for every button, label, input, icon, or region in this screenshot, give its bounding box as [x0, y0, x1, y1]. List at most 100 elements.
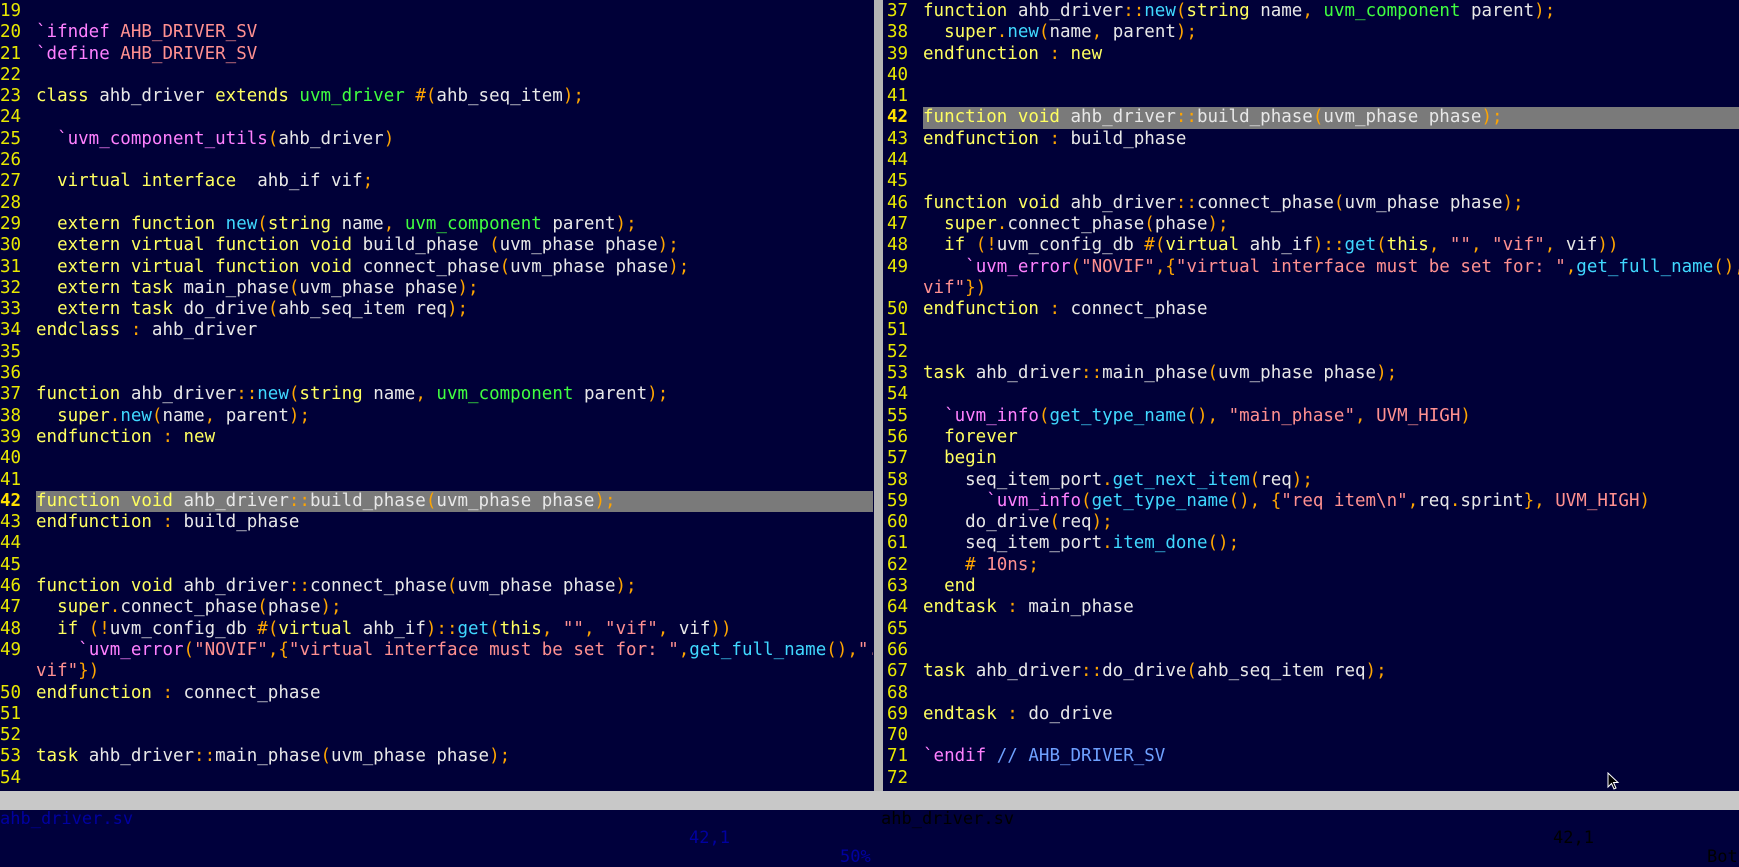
code-line[interactable]: 50 endfunction : connect_phase: [0, 683, 873, 704]
code-token: ::: [1123, 1, 1145, 21]
code-line[interactable]: 39 endfunction : new: [887, 44, 1739, 65]
code-line[interactable]: 54: [0, 768, 873, 789]
code-line[interactable]: 44: [0, 533, 873, 554]
line-code: endfunction : new: [923, 44, 1739, 65]
code-line[interactable]: 37 function ahb_driver::new(string name, …: [0, 384, 873, 405]
code-line[interactable]: 37 function ahb_driver::new(string name, …: [887, 1, 1739, 22]
code-line[interactable]: 60 do_drive(req);: [887, 512, 1739, 533]
code-line[interactable]: 45: [0, 555, 873, 576]
code-line[interactable]: 53 task ahb_driver::main_phase(uvm_phase …: [887, 363, 1739, 384]
code-line[interactable]: 29 extern function new(string name, uvm_…: [0, 214, 873, 235]
code-token: uvm_phase phase: [457, 576, 616, 597]
code-line[interactable]: 43 endfunction : build_phase: [887, 129, 1739, 150]
code-line[interactable]: 42 function void ahb_driver::build_phase(…: [887, 107, 1739, 129]
right-code-lines[interactable]: 37 function ahb_driver::new(string name, …: [887, 1, 1739, 789]
code-line[interactable]: 23 class ahb_driver extends uvm_driver #(…: [0, 86, 873, 107]
code-line[interactable]: 47 super.connect_phase(phase);: [0, 597, 873, 618]
code-line[interactable]: 19: [0, 1, 873, 22]
line-number: 59: [887, 490, 909, 511]
code-token: "": [1449, 235, 1471, 256]
code-line[interactable]: 25 `uvm_component_utils(ahb_driver): [0, 129, 873, 150]
code-line[interactable]: 46 function void ahb_driver::connect_phas…: [887, 193, 1739, 214]
code-line[interactable]: 71 `endif // AHB_DRIVER_SV: [887, 746, 1739, 767]
code-line[interactable]: 65: [887, 619, 1739, 640]
code-line[interactable]: 51: [0, 704, 873, 725]
code-line[interactable]: 41: [887, 86, 1739, 107]
code-line[interactable]: 61 seq_item_port.item_done();: [887, 533, 1739, 554]
status-scroll-percent: Bot: [1707, 847, 1738, 867]
code-line[interactable]: 48 if (!uvm_config_db #(virtual ahb_if):…: [887, 235, 1739, 256]
code-token: parent: [1112, 22, 1176, 43]
code-line[interactable]: 39 endfunction : new: [0, 427, 873, 448]
line-number: 47: [887, 213, 909, 234]
code-line[interactable]: 40: [887, 65, 1739, 86]
line-code: `uvm_error("NOVIF",{"virtual interface m…: [36, 640, 873, 661]
code-line[interactable]: vif"}): [0, 661, 873, 682]
code-line[interactable]: 30 extern virtual function void build_ph…: [0, 235, 873, 256]
code-line[interactable]: 52: [887, 342, 1739, 363]
code-line[interactable]: 48 if (!uvm_config_db #(virtual ahb_if):…: [0, 619, 873, 640]
code-line[interactable]: 42 function void ahb_driver::build_phase(…: [0, 490, 873, 513]
code-line[interactable]: 41: [0, 470, 873, 491]
code-line[interactable]: 32 extern task main_phase(uvm_phase phas…: [0, 278, 873, 299]
code-line[interactable]: 67 task ahb_driver::do_drive(ahb_seq_item…: [887, 661, 1739, 682]
code-line[interactable]: 44: [887, 150, 1739, 171]
code-line[interactable]: 62 # 10ns;: [887, 555, 1739, 576]
left-editor-pane[interactable]: 19 20 `ifndef AHB_DRIVER_SV 21 `define AHB_D…: [0, 0, 873, 791]
code-line[interactable]: 40: [0, 448, 873, 469]
code-token: }): [965, 277, 987, 298]
code-token: );: [288, 405, 310, 426]
code-token: );: [320, 597, 342, 618]
code-line[interactable]: 51: [887, 320, 1739, 341]
code-line[interactable]: 36: [0, 363, 873, 384]
code-line[interactable]: 49 `uvm_error("NOVIF",{"virtual interfac…: [0, 640, 873, 661]
code-line[interactable]: 66: [887, 640, 1739, 661]
code-token: uvm_config_db: [109, 618, 258, 639]
code-line[interactable]: 46 function void ahb_driver::connect_phas…: [0, 576, 873, 597]
code-token: main_phase: [1028, 597, 1134, 618]
code-line[interactable]: 31 extern virtual function void connect_…: [0, 257, 873, 278]
code-token: ):: [425, 618, 447, 639]
code-line[interactable]: 20 `ifndef AHB_DRIVER_SV: [0, 22, 873, 43]
code-line[interactable]: 45: [887, 171, 1739, 192]
code-line[interactable]: 63 end: [887, 576, 1739, 597]
vertical-split-separator[interactable]: [873, 0, 887, 791]
line-code: if (!uvm_config_db #(virtual ahb_if)::ge…: [923, 235, 1739, 256]
code-line[interactable]: 53 task ahb_driver::main_phase(uvm_phase …: [0, 746, 873, 767]
code-line[interactable]: 57 begin: [887, 448, 1739, 469]
code-line[interactable]: 64 endtask : main_phase: [887, 597, 1739, 618]
code-token: .: [1449, 490, 1461, 511]
code-line[interactable]: 70: [887, 725, 1739, 746]
code-line[interactable]: 26: [0, 150, 873, 171]
code-line[interactable]: vif"}): [887, 278, 1739, 299]
code-line[interactable]: 38 super.new(name, parent);: [887, 22, 1739, 43]
code-line[interactable]: 49 `uvm_error("NOVIF",{"virtual interfac…: [887, 257, 1739, 278]
code-line[interactable]: 69 endtask : do_drive: [887, 704, 1739, 725]
code-line[interactable]: 22: [0, 65, 873, 86]
line-number: 34: [0, 320, 22, 341]
code-line[interactable]: 43 endfunction : build_phase: [0, 512, 873, 533]
code-line[interactable]: 47 super.connect_phase(phase);: [887, 214, 1739, 235]
code-line[interactable]: 27 virtual interface ahb_if vif;: [0, 171, 873, 192]
code-line[interactable]: 59 `uvm_info(get_type_name(), {"req item…: [887, 491, 1739, 512]
code-line[interactable]: 68: [887, 683, 1739, 704]
right-editor-pane[interactable]: 37 function ahb_driver::new(string name, …: [887, 0, 1739, 791]
left-code-lines[interactable]: 19 20 `ifndef AHB_DRIVER_SV 21 `define AHB_D…: [0, 1, 873, 789]
code-line[interactable]: 28: [0, 193, 873, 214]
code-line[interactable]: 35: [0, 342, 873, 363]
code-line[interactable]: 33 extern task do_drive(ahb_seq_item req…: [0, 299, 873, 320]
code-line[interactable]: 38 super.new(name, parent);: [0, 406, 873, 427]
code-line[interactable]: 56 forever: [887, 427, 1739, 448]
code-line[interactable]: 21 `define AHB_DRIVER_SV: [0, 44, 873, 65]
code-line[interactable]: 24: [0, 107, 873, 128]
code-line[interactable]: 55 `uvm_info(get_type_name(), "main_phas…: [887, 406, 1739, 427]
code-token: endfunction: [923, 43, 1050, 64]
code-line[interactable]: 54: [887, 384, 1739, 405]
code-line[interactable]: 58 seq_item_port.get_next_item(req);: [887, 470, 1739, 491]
code-line[interactable]: 52: [0, 725, 873, 746]
code-line[interactable]: 50 endfunction : connect_phase: [887, 299, 1739, 320]
code-line[interactable]: 34 endclass : ahb_driver: [0, 320, 873, 341]
code-token: virtual: [278, 618, 363, 639]
